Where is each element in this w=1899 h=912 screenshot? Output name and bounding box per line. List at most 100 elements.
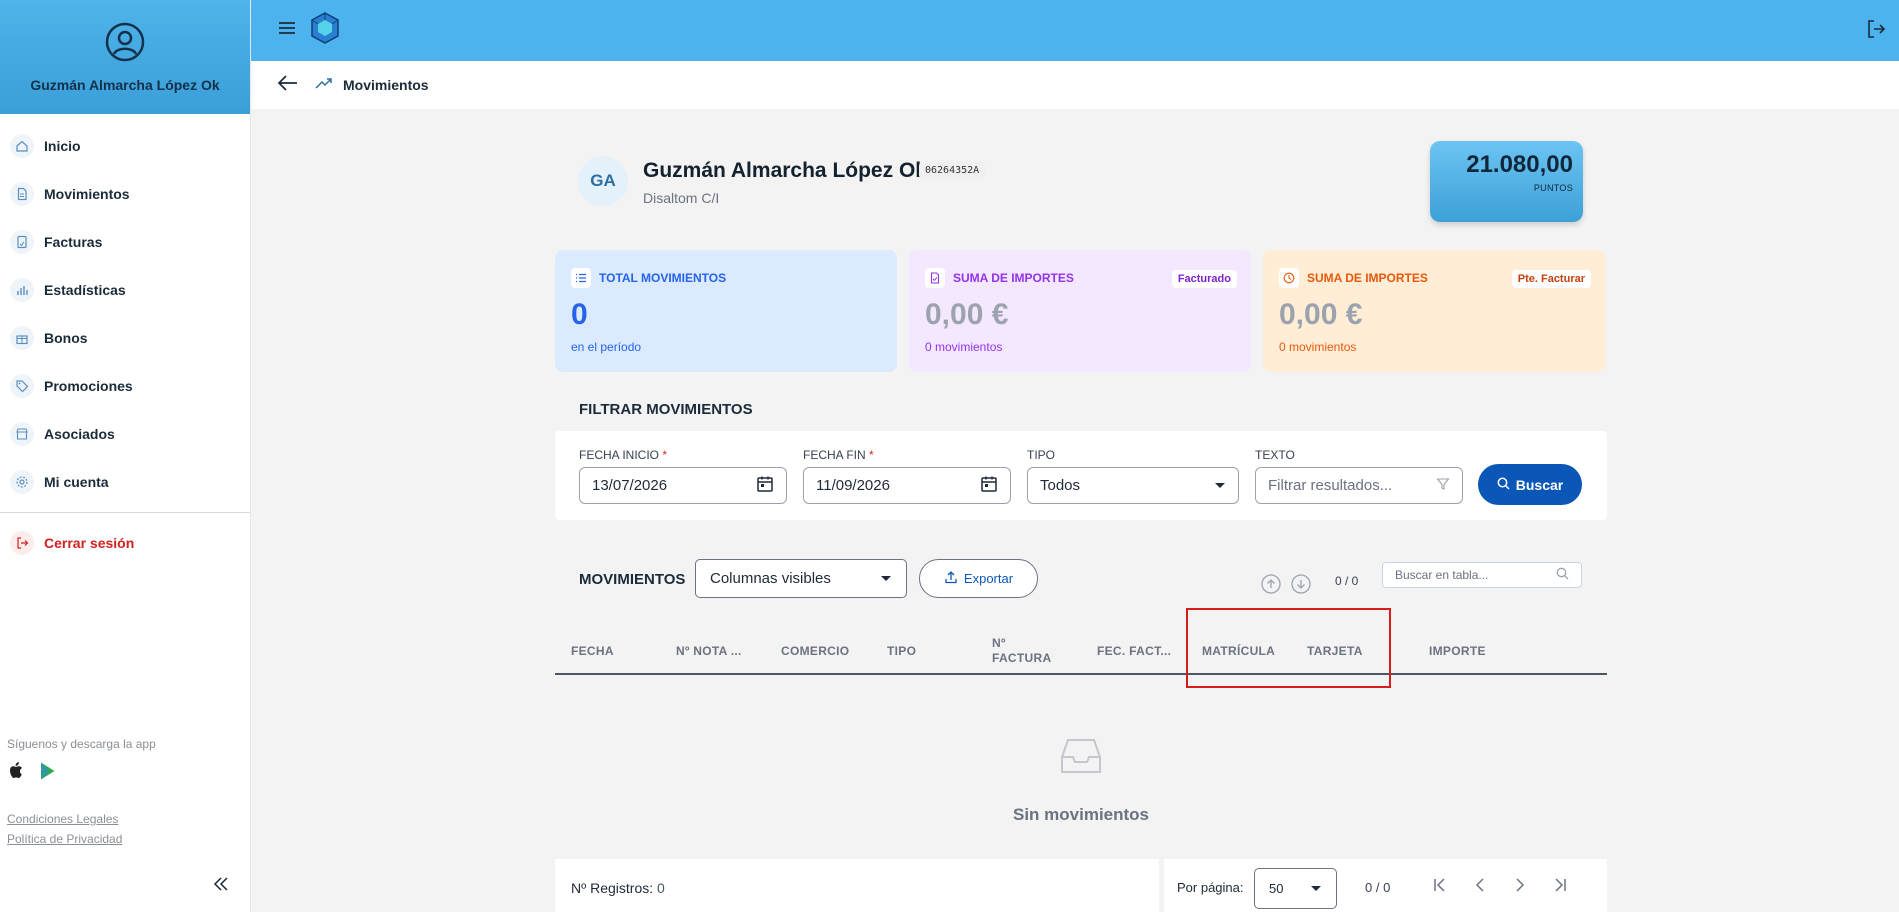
fecha-inicio-field: FECHA INICIO * 13/07/2026	[579, 448, 787, 504]
export-label: Exportar	[963, 571, 1014, 586]
fecha-inicio-value: 13/07/2026	[592, 477, 668, 494]
arrow-down-circle-icon[interactable]	[1290, 573, 1312, 600]
column-header[interactable]: COMERCIO	[781, 644, 849, 659]
first-page-icon[interactable]	[1431, 877, 1449, 898]
fecha-fin-field: FECHA FIN * 11/09/2026	[803, 448, 1011, 504]
caret-down-icon	[1214, 477, 1226, 494]
invoice-icon	[10, 230, 34, 254]
breadcrumb: Movimientos	[251, 61, 1899, 109]
column-header[interactable]: FEC. FACT...	[1097, 644, 1171, 659]
records-label: Nº Registros:	[571, 880, 654, 896]
sidebar-item-facturas[interactable]: Facturas	[0, 218, 250, 266]
movimientos-toolbar: MOVIMIENTOS Columnas visibles Exportar 0…	[555, 539, 1607, 619]
gift-icon	[10, 326, 34, 350]
sidebar-item-inicio[interactable]: Inicio	[0, 122, 250, 170]
card-value: 0,00 €	[1279, 298, 1363, 331]
texto-input[interactable]: Filtrar resultados...	[1255, 467, 1463, 504]
calendar-icon[interactable]	[756, 475, 774, 497]
card-subtitle: en el período	[571, 340, 642, 354]
next-page-icon[interactable]	[1511, 877, 1529, 898]
legal-conditions-link[interactable]: Condiciones Legales	[7, 812, 156, 826]
fecha-fin-input[interactable]: 11/09/2026	[803, 467, 1011, 504]
logout-button[interactable]: Cerrar sesión	[0, 519, 250, 567]
last-page-icon[interactable]	[1551, 877, 1569, 898]
tipo-value: Todos	[1040, 477, 1081, 494]
tipo-select[interactable]: Todos	[1027, 467, 1239, 504]
calendar-icon[interactable]	[980, 475, 998, 497]
sidebar-user-name: Guzmán Almarcha López Ok	[30, 77, 220, 93]
column-header[interactable]: Nº FACTURA	[992, 636, 1062, 666]
filter-panel: FECHA INICIO * 13/07/2026 FECHA FIN * 11…	[555, 431, 1607, 520]
trending-up-icon	[315, 76, 333, 94]
arrow-up-circle-icon[interactable]	[1260, 573, 1282, 600]
tipo-field: TIPO Todos	[1027, 448, 1239, 504]
tipo-label: TIPO	[1027, 448, 1056, 462]
fecha-fin-label: FECHA FIN	[803, 448, 866, 462]
sidebar-item-label: Promociones	[44, 378, 133, 394]
back-arrow-icon[interactable]	[277, 73, 299, 98]
sidebar-item-asociados[interactable]: Asociados	[0, 410, 250, 458]
total-movimientos-card: TOTAL MOVIMIENTOS 0 en el período	[555, 250, 897, 372]
records-panel: Nº Registros: 0	[555, 859, 1159, 912]
required-mark: *	[869, 448, 874, 462]
main-content: GA Guzmán Almarcha López Ok 06264352A Di…	[555, 109, 1607, 875]
logout-icon	[10, 531, 34, 555]
sidebar-item-promociones[interactable]: Promociones	[0, 362, 250, 410]
sidebar-item-estadisticas[interactable]: Estadísticas	[0, 266, 250, 314]
sidebar-item-label: Inicio	[44, 138, 81, 154]
column-header[interactable]: Nº NOTA ...	[676, 644, 742, 659]
prev-page-icon[interactable]	[1471, 877, 1489, 898]
column-header[interactable]: IMPORTE	[1429, 644, 1486, 659]
search-icon	[1556, 567, 1569, 583]
google-play-icon[interactable]	[39, 761, 57, 786]
sidebar-item-label: Estadísticas	[44, 282, 126, 298]
table-search-placeholder: Buscar en tabla...	[1395, 568, 1489, 582]
logout-label: Cerrar sesión	[44, 535, 135, 551]
per-page-select[interactable]: 50	[1254, 868, 1337, 909]
empty-state: Sin movimientos	[555, 675, 1607, 875]
movimientos-title: MOVIMIENTOS	[579, 571, 686, 588]
column-header[interactable]: TIPO	[887, 644, 916, 659]
sidebar-divider	[0, 512, 250, 513]
fecha-inicio-input[interactable]: 13/07/2026	[579, 467, 787, 504]
columns-select[interactable]: Columnas visibles	[695, 559, 907, 598]
required-mark: *	[662, 448, 668, 462]
table-search-input[interactable]: Buscar en tabla...	[1382, 562, 1582, 588]
texto-placeholder: Filtrar resultados...	[1268, 477, 1393, 494]
export-button[interactable]: Exportar	[919, 559, 1038, 598]
column-header[interactable]: FECHA	[571, 644, 614, 659]
inbox-icon	[1058, 737, 1104, 780]
profile-header: GA Guzmán Almarcha López Ok 06264352A Di…	[555, 109, 1607, 249]
exit-icon[interactable]	[1865, 18, 1887, 45]
records-value: 0	[657, 880, 665, 896]
sidebar-item-label: Mi cuenta	[44, 474, 109, 490]
card-subtitle: 0 movimientos	[1279, 340, 1357, 354]
apple-icon[interactable]	[7, 761, 25, 786]
sidebar-item-movimientos[interactable]: Movimientos	[0, 170, 250, 218]
points-card: 21.080,00 PUNTOS	[1430, 141, 1583, 222]
collapse-sidebar-icon[interactable]	[210, 873, 232, 900]
card-title: SUMA DE IMPORTES	[953, 271, 1074, 285]
clock-icon	[1279, 268, 1299, 288]
columns-select-value: Columnas visibles	[710, 570, 831, 587]
per-page-label: Por página:	[1177, 880, 1244, 895]
sidebar-item-label: Bonos	[44, 330, 88, 346]
texto-field: TEXTO Filtrar resultados...	[1255, 448, 1463, 504]
home-icon	[10, 134, 34, 158]
app-logo-icon[interactable]	[309, 11, 341, 50]
buscar-button[interactable]: Buscar	[1478, 464, 1582, 505]
privacy-policy-link[interactable]: Política de Privacidad	[7, 832, 156, 846]
menu-icon[interactable]	[277, 20, 297, 41]
sidebar-item-bonos[interactable]: Bonos	[0, 314, 250, 362]
filter-title: FILTRAR MOVIMIENTOS	[579, 401, 753, 418]
card-subtitle: 0 movimientos	[925, 340, 1003, 354]
profile-name: Guzmán Almarcha López Ok	[643, 159, 927, 182]
suma-facturado-card: SUMA DE IMPORTES Facturado 0,00 € 0 movi…	[909, 250, 1251, 372]
pager-panel: Por página: 50 0 / 0	[1164, 859, 1607, 912]
fecha-fin-value: 11/09/2026	[816, 477, 890, 494]
sidebar-item-mi-cuenta[interactable]: Mi cuenta	[0, 458, 250, 506]
tag-icon	[10, 374, 34, 398]
gear-icon	[10, 470, 34, 494]
search-icon	[1497, 477, 1510, 493]
user-circle-icon[interactable]	[105, 22, 145, 67]
